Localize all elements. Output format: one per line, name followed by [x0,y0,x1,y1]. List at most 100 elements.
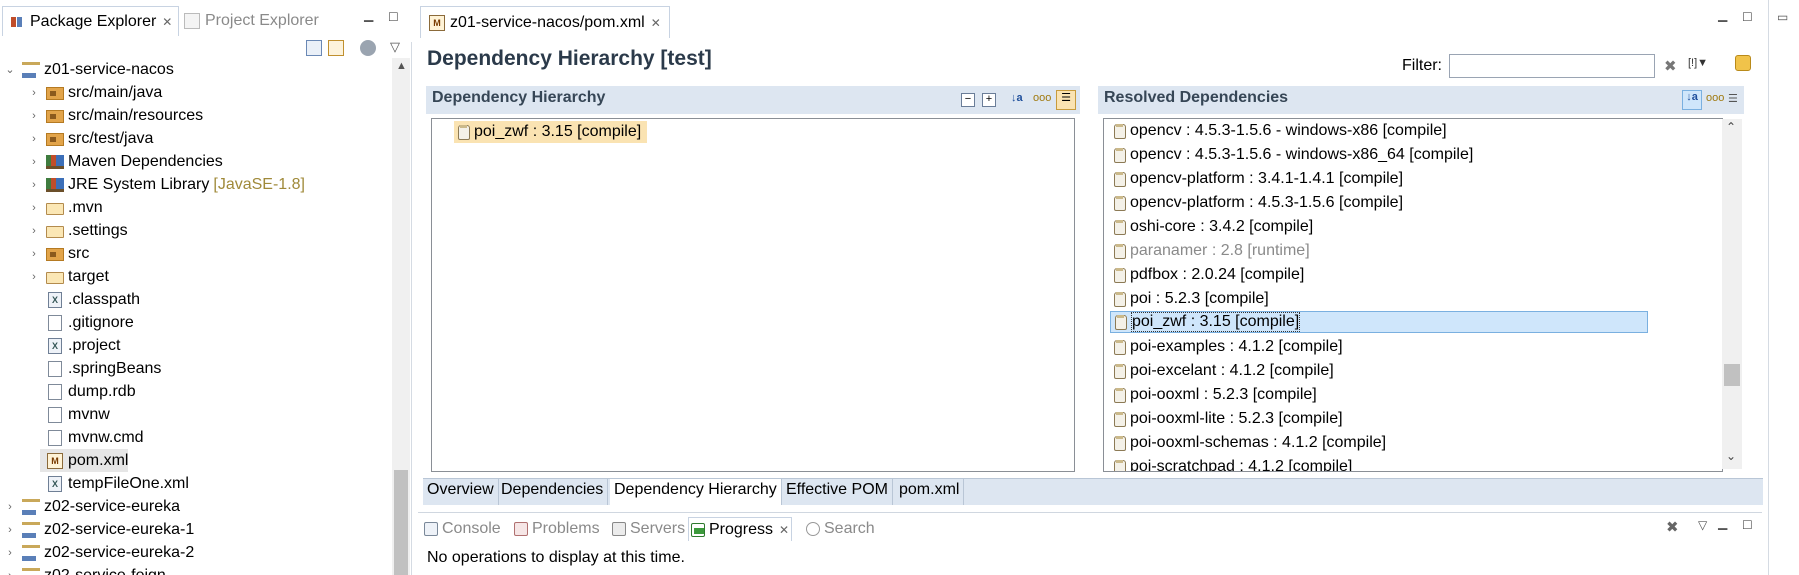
maximize-icon[interactable]: ☐ [1742,518,1753,532]
show-group-id-icon[interactable]: ooo [1706,92,1724,104]
dependency-item[interactable]: opencv : 4.5.3-1.5.6 - windows-x86 [comp… [1110,120,1453,142]
tree-scrollbar-thumb[interactable] [394,470,408,575]
dependency-item[interactable]: oshi-core : 3.4.2 [compile] [1110,216,1319,238]
chevron-right-icon[interactable]: › [28,110,40,122]
scroll-up-icon[interactable]: ⌃ [1726,120,1736,134]
chevron-right-icon[interactable]: › [28,156,40,168]
show-conflicts-icon[interactable]: ☰ [1056,90,1076,110]
tree-item-folder[interactable]: › .mvn [28,196,103,219]
tree-item-folder[interactable]: › target [28,265,109,288]
tree-item-file[interactable]: .gitignore [40,311,134,334]
tab-problems[interactable]: Problems [512,517,602,541]
minimize-icon[interactable]: ▁ [364,8,373,22]
dependency-item[interactable]: opencv : 4.5.3-1.5.6 - windows-x86_64 [c… [1110,144,1479,166]
filter-input[interactable] [1449,54,1655,78]
tree-item-file[interactable]: .springBeans [40,357,161,380]
tab-overview[interactable]: Overview [423,479,499,505]
collapse-all-icon[interactable]: − [961,93,975,107]
tab-effective-pom[interactable]: Effective POM [782,479,893,505]
minimized-view-icon[interactable]: ▭ [1777,10,1788,24]
close-icon[interactable]: ✕ [779,523,789,537]
view-menu-icon[interactable]: ▽ [1698,518,1707,532]
chevron-right-icon[interactable]: › [28,87,40,99]
chevron-right-icon[interactable]: › [28,248,40,260]
tree-item-library[interactable]: › Maven Dependencies [28,150,223,173]
tree-item-file[interactable]: X tempFileOne.xml [40,472,189,495]
resolved-scrollbar-thumb[interactable] [1724,364,1740,386]
tree-item-file[interactable]: X .classpath [40,288,140,311]
tab-pom-xml[interactable]: pom.xml [895,479,965,505]
scroll-up-icon[interactable]: ▲ [396,60,407,72]
dependency-item[interactable]: opencv-platform : 4.5.3-1.5.6 [compile] [1110,192,1409,214]
chevron-right-icon[interactable]: › [4,501,16,513]
dependency-item[interactable]: poi-examples : 4.1.2 [compile] [1110,336,1349,358]
close-icon[interactable]: ✕ [651,16,661,30]
sort-icon[interactable]: ↓a [1011,92,1023,104]
tree-item-file[interactable]: mvnw.cmd [40,426,144,449]
hierarchy-item[interactable]: poi_zwf : 3.15 [compile] [454,121,648,143]
resolved-scrollbar[interactable]: ⌃ ⌄ [1722,119,1742,469]
close-icon[interactable]: ✕ [162,15,172,29]
chevron-right-icon[interactable]: › [4,524,16,536]
tree-item-project[interactable]: ⌄ z01-service-nacos [4,58,174,81]
dependency-item[interactable]: paranamer : 2.8 [runtime] [1110,240,1316,262]
tree-item-project[interactable]: › z02-service-eureka [4,495,180,518]
dependency-item[interactable]: poi-ooxml-schemas : 4.1.2 [compile] [1110,432,1392,454]
tab-dependency-hierarchy[interactable]: Dependency Hierarchy [610,479,782,505]
scroll-down-icon[interactable]: ⌄ [1726,449,1736,463]
chevron-right-icon[interactable]: › [28,202,40,214]
tab-project-explorer[interactable]: Project Explorer [178,6,325,36]
tab-package-explorer[interactable]: Package Explorer ✕ [2,6,180,36]
editor-tab-pom[interactable]: M z01-service-nacos/pom.xml ✕ [420,6,670,38]
chevron-right-icon[interactable]: › [4,547,16,559]
refresh-icon[interactable] [1735,55,1751,71]
filter-options-icon[interactable]: [!]▼ [1688,57,1708,69]
chevron-down-icon[interactable]: ⌄ [4,63,16,76]
dependency-item[interactable]: poi : 5.2.3 [compile] [1110,288,1275,310]
tree-item-folder[interactable]: › src/test/java [28,127,153,150]
tree-item-file[interactable]: dump.rdb [40,380,136,403]
tab-dependencies[interactable]: Dependencies [497,479,609,505]
focus-icon[interactable] [360,40,376,56]
chevron-right-icon[interactable]: › [28,225,40,237]
remove-all-finished-icon[interactable]: ✖ [1666,518,1679,536]
link-with-editor-icon[interactable] [328,40,344,56]
chevron-right-icon[interactable]: › [28,179,40,191]
tree-item-folder[interactable]: › src [28,242,89,265]
show-conflicts-icon[interactable]: ☰ [1728,92,1738,105]
tab-progress[interactable]: Progress ✕ [688,517,793,541]
sort-icon[interactable]: ↓a [1682,90,1702,110]
expand-all-icon[interactable]: + [982,93,996,107]
tab-servers[interactable]: Servers [610,517,687,541]
tree-item-project[interactable]: › z02-service-feign [4,564,166,575]
view-menu-icon[interactable]: ▽ [390,39,400,55]
minimize-icon[interactable]: ▁ [1718,8,1727,22]
tree-item-file-selected[interactable]: M pom.xml [40,449,129,472]
dependency-item[interactable]: poi-ooxml-lite : 5.2.3 [compile] [1110,408,1349,430]
collapse-all-icon[interactable] [306,40,322,56]
tab-console[interactable]: Console [422,517,503,541]
tree-item-folder[interactable]: › src/main/resources [28,104,203,127]
minimize-icon[interactable]: ▁ [1718,516,1727,530]
show-group-id-icon[interactable]: ooo [1033,92,1051,104]
tree-item-folder[interactable]: › .settings [28,219,127,242]
chevron-right-icon[interactable]: › [4,570,16,575]
tree-item-folder[interactable]: › src/main/java [28,81,162,104]
tree-item-project[interactable]: › z02-service-eureka-2 [4,541,194,564]
tree-item-file[interactable]: mvnw [40,403,110,426]
tab-search[interactable]: Search [804,517,877,541]
tree-item-library[interactable]: › JRE System Library [JavaSE-1.8] [28,173,305,196]
chevron-right-icon[interactable]: › [28,271,40,283]
dependency-item[interactable]: opencv-platform : 3.4.1-1.4.1 [compile] [1110,168,1409,190]
dependency-item[interactable]: poi-excelant : 4.1.2 [compile] [1110,360,1340,382]
dependency-item[interactable]: poi-scratchpad : 4.1.2 [compile] [1110,456,1358,471]
clear-filter-icon[interactable]: ✖ [1664,57,1677,75]
maximize-icon[interactable]: ☐ [388,10,399,24]
tree-item-project[interactable]: › z02-service-eureka-1 [4,518,194,541]
dependency-item-selected[interactable]: poi_zwf : 3.15 [compile] [1110,311,1648,333]
dependency-item[interactable]: poi-ooxml : 5.2.3 [compile] [1110,384,1323,406]
chevron-right-icon[interactable]: › [28,133,40,145]
dependency-item[interactable]: pdfbox : 2.0.24 [compile] [1110,264,1310,286]
maximize-icon[interactable]: ☐ [1742,10,1753,24]
tree-item-file[interactable]: X .project [40,334,120,357]
